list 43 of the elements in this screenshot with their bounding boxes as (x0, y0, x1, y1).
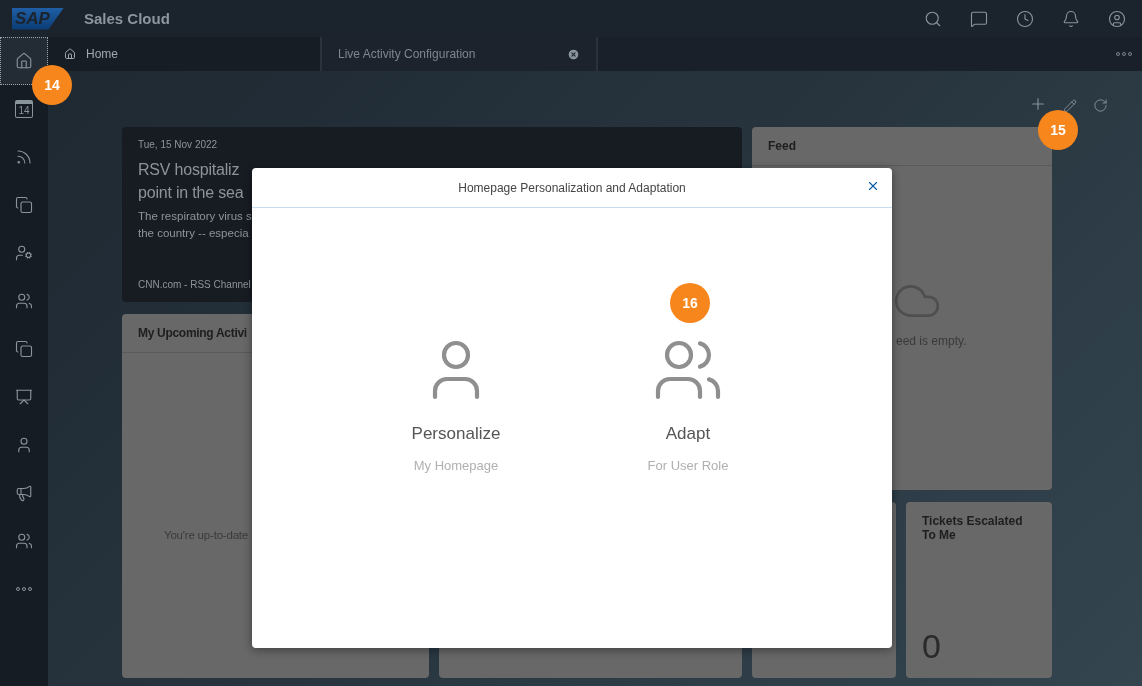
option-sublabel: For User Role (647, 458, 729, 473)
more-icon[interactable] (1116, 52, 1132, 56)
tab-label: Home (86, 47, 118, 61)
option-sublabel: My Homepage (413, 458, 499, 473)
people-icon (15, 292, 33, 310)
dialog-title: Homepage Personalization and Adaptation (458, 180, 686, 195)
dialog-option[interactable]: Adapt For User Role (611, 334, 765, 473)
tab-label: Live Activity Configuration (338, 47, 476, 61)
home-icon (64, 48, 76, 60)
callout-tooltip: 15 (1038, 110, 1078, 150)
team-board-icon (15, 388, 33, 406)
home-icon (15, 52, 33, 70)
calendar-icon: 14 (15, 100, 33, 118)
news-source: CNN.com - RSS Channel (138, 279, 252, 290)
search-icon[interactable] (924, 9, 942, 28)
copy-icon (15, 196, 33, 214)
more-icon (16, 587, 32, 591)
add-icon[interactable] (1029, 95, 1047, 113)
app-title: Sales Cloud (83, 10, 170, 27)
news-date: Tue, 15 Nov 2022 (138, 139, 219, 150)
option-label: Personalize (411, 424, 501, 444)
news-summary: The respiratory virus s (138, 209, 252, 224)
logo: SAP (12, 7, 64, 30)
copy-icon (15, 340, 33, 358)
person-icon (15, 436, 33, 454)
close-button[interactable] (866, 179, 880, 193)
ticket-count: 0 (921, 627, 942, 667)
news-summary: the country -- especia (138, 226, 249, 241)
news-headline: RSV hospitaliz (138, 160, 240, 180)
card-title: Tickets Escalated To Me (921, 513, 1024, 544)
user-icon[interactable] (1108, 9, 1126, 28)
user-gear-icon (15, 244, 33, 262)
edit-icon[interactable] (1063, 99, 1077, 113)
bell-icon[interactable] (1062, 9, 1080, 28)
megaphone-icon (15, 484, 33, 502)
tab[interactable]: Home (48, 37, 322, 71)
clock-icon[interactable] (1016, 9, 1034, 28)
feed-icon (15, 148, 33, 166)
chat-icon[interactable] (970, 9, 988, 28)
option-label: Adapt (665, 424, 711, 444)
refresh-icon[interactable] (1093, 98, 1108, 113)
news-headline: point in the sea (138, 183, 244, 203)
close-icon[interactable] (567, 47, 580, 61)
